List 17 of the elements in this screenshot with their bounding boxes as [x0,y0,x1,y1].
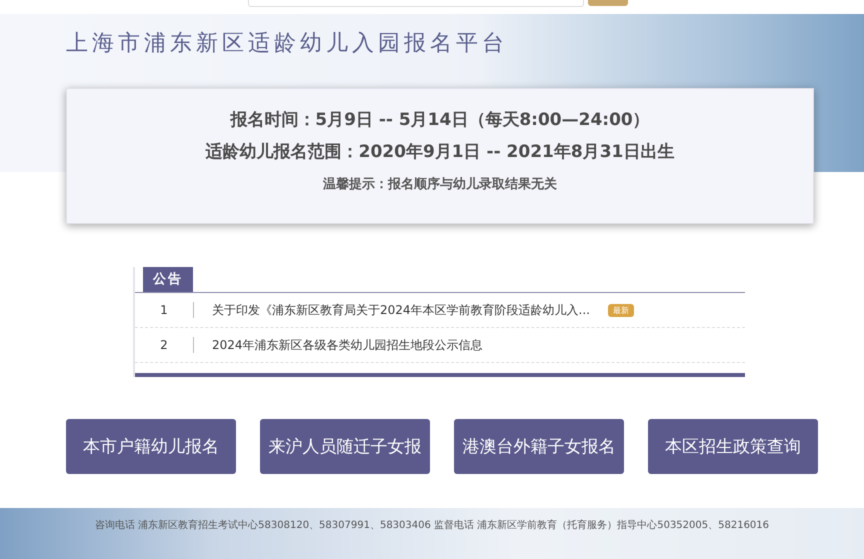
tip-text: 温馨提示：报名顺序与幼儿录取结果无关 [323,176,557,193]
notice-item[interactable]: 2 2024年浦东新区各级各类幼儿园招生地段公示信息 [135,328,745,363]
registration-button[interactable]: 本区招生政策查询 [648,419,818,474]
notice-number: 2 [159,338,169,352]
info-line: 报名时间：5月9日 -- 5月14日（每天8:00—24:00） [230,109,650,132]
notice-item[interactable]: 1 关于印发《浦东新区教育局关于2024年本区学前教育阶段适龄幼儿入... 最新 [135,293,745,328]
notice-number: 1 [159,303,169,317]
notice-title: 关于印发《浦东新区教育局关于2024年本区学前教育阶段适龄幼儿入... [212,302,590,318]
site-title: 上海市浦东新区适龄幼儿入园报名平台 [66,30,509,58]
notice-heading: 公告 [143,267,193,292]
registration-button[interactable]: 本市户籍幼儿报名 [66,419,236,474]
registration-button[interactable]: 来沪人员随迁子女报 [260,419,430,474]
notice-title: 2024年浦东新区各级各类幼儿园招生地段公示信息 [212,336,483,354]
info-line: 适龄幼儿报名范围：2020年9月1日 -- 2021年8月31日出生 [206,141,674,164]
registration-button[interactable]: 港澳台外籍子女报名 [454,419,624,474]
contact-text: 咨询电话 浦东新区教育招生考试中心58308120、58307991、58303406 监督电话 浦东新区学前教育（托育服务）指导中心50352005、58216016 [94,518,770,532]
new-badge: 最新 [608,304,634,316]
